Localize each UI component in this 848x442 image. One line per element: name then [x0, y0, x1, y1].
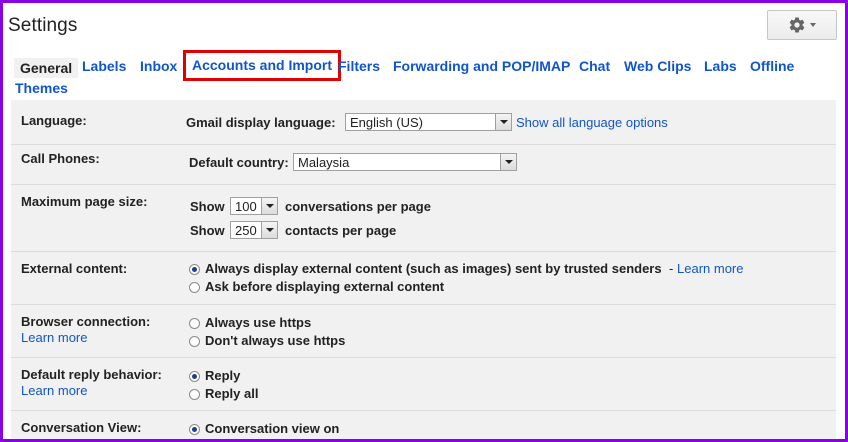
settings-panel: Language: Gmail display language: Englis…	[11, 100, 836, 439]
settings-window: Settings General Labels Inbox Accounts a…	[3, 3, 845, 439]
language-select[interactable]: English (US)	[345, 113, 512, 131]
row-label: Call Phones:	[21, 151, 100, 166]
chevron-down-icon	[810, 23, 816, 27]
radio-label: Don't always use https	[205, 333, 346, 348]
setting-row-browser-connection: Browser connection: Learn more Always us…	[11, 305, 836, 358]
setting-row-call-phones: Call Phones: Default country: Malaysia	[11, 145, 836, 185]
radio-label: Conversation view on	[205, 421, 340, 436]
tab-inbox[interactable]: Inbox	[140, 58, 177, 74]
field-label: Gmail display language:	[186, 115, 336, 130]
settings-gear-button[interactable]	[767, 10, 837, 40]
conversations-per-page-select[interactable]: 100	[230, 197, 278, 215]
chevron-down-icon	[261, 198, 277, 214]
tab-offline[interactable]: Offline	[750, 58, 794, 74]
setting-row-reply-behavior: Default reply behavior: Learn more Reply…	[11, 358, 836, 411]
page-title: Settings	[8, 15, 78, 36]
external-content-ask-radio[interactable]	[189, 282, 200, 293]
chevron-down-icon	[500, 154, 516, 170]
tab-chat[interactable]: Chat	[579, 58, 610, 74]
browser-connection-learn-more-link[interactable]: Learn more	[21, 330, 87, 345]
row-label: Conversation View:	[21, 420, 142, 435]
setting-row-language: Language: Gmail display language: Englis…	[11, 100, 836, 145]
gear-icon	[788, 16, 806, 34]
tab-filters[interactable]: Filters	[338, 58, 380, 74]
select-value: 100	[235, 199, 257, 214]
show-label: Show	[190, 223, 225, 238]
chevron-down-icon	[261, 222, 277, 238]
reply-behavior-learn-more-link[interactable]: Learn more	[21, 383, 87, 398]
radio-label: Always use https	[205, 315, 312, 330]
contacts-suffix: contacts per page	[285, 223, 397, 238]
radio-label: Reply all	[205, 386, 259, 401]
conversation-view-on-radio[interactable]	[189, 424, 200, 435]
row-label: Default reply behavior:	[21, 367, 162, 382]
contacts-per-page-select[interactable]: 250	[230, 221, 278, 239]
radio-label: Ask before displaying external content	[205, 279, 445, 294]
tab-accounts-and-import[interactable]: Accounts and Import	[183, 50, 342, 81]
chevron-down-icon	[495, 114, 511, 130]
row-label: Browser connection:	[21, 314, 151, 329]
reply-all-radio[interactable]	[189, 389, 200, 400]
country-select[interactable]: Malaysia	[293, 153, 517, 171]
row-label: Language:	[21, 113, 87, 128]
external-content-always-radio[interactable]	[189, 264, 200, 275]
select-value: Malaysia	[298, 155, 350, 170]
row-label: External content:	[21, 261, 128, 276]
setting-row-page-size: Maximum page size: Show 100 conversation…	[11, 185, 836, 252]
radio-label: Reply	[205, 368, 241, 383]
select-value: 250	[235, 223, 257, 238]
setting-row-external-content: External content: Always display externa…	[11, 252, 836, 305]
radio-label: Always display external content (such as…	[205, 261, 662, 276]
setting-row-conversation-view: Conversation View: Conversation view on	[11, 411, 836, 439]
show-language-options-link[interactable]: Show all language options	[516, 115, 668, 130]
select-value: English (US)	[350, 115, 423, 130]
field-label: Default country:	[189, 155, 289, 170]
external-content-learn-more-link[interactable]: Learn more	[677, 261, 743, 276]
show-label: Show	[190, 199, 225, 214]
separator: -	[669, 261, 674, 276]
tab-labels[interactable]: Labels	[82, 58, 126, 74]
dont-always-https-radio[interactable]	[189, 336, 200, 347]
always-https-radio[interactable]	[189, 318, 200, 329]
tab-forwarding-pop-imap[interactable]: Forwarding and POP/IMAP	[393, 58, 570, 74]
tab-labs[interactable]: Labs	[704, 58, 737, 74]
row-label: Maximum page size:	[21, 194, 148, 209]
reply-radio[interactable]	[189, 371, 200, 382]
tab-themes[interactable]: Themes	[15, 80, 68, 96]
tab-general[interactable]: General	[14, 58, 79, 78]
conversations-suffix: conversations per page	[285, 199, 431, 214]
tab-web-clips[interactable]: Web Clips	[624, 58, 691, 74]
